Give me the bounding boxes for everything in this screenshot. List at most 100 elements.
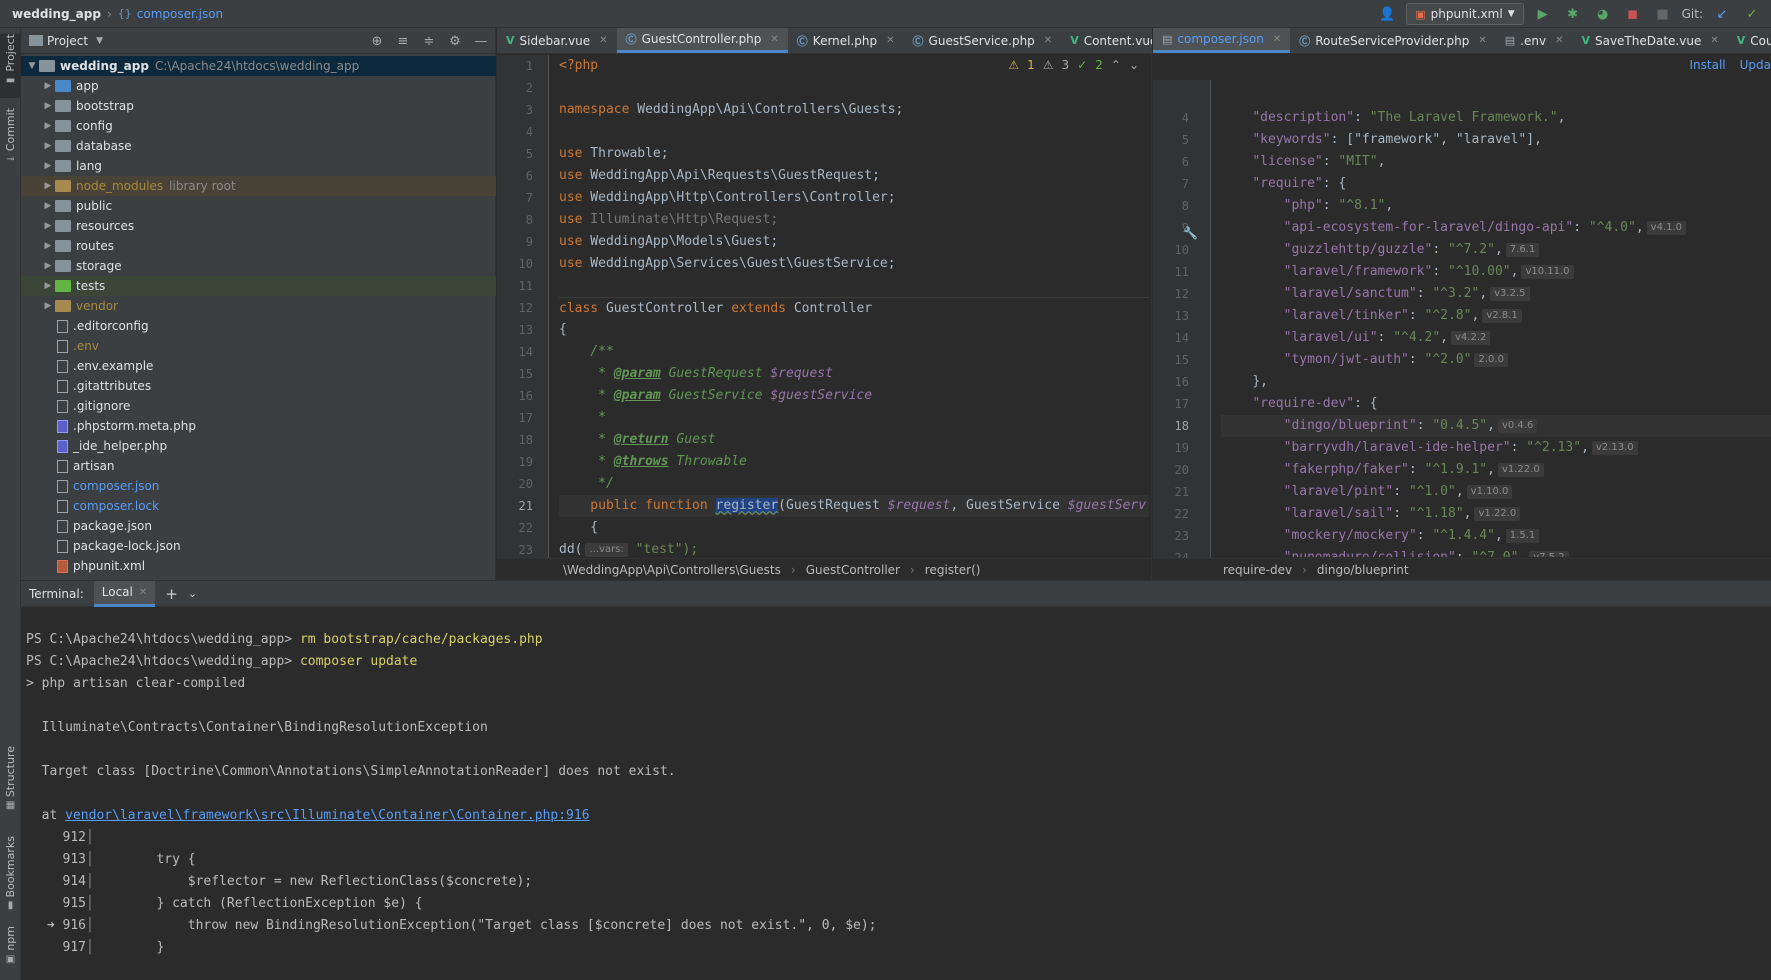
- editor-tab[interactable]: Ⓒ Kernel.php ✕: [788, 28, 904, 53]
- source-link[interactable]: vendor\laravel\framework\src\Illuminate\…: [65, 808, 589, 823]
- update-link[interactable]: Upda: [1740, 58, 1771, 72]
- tree-item-label: composer.json: [73, 479, 160, 493]
- git-commit-icon[interactable]: ✓: [1741, 3, 1763, 25]
- line-number: 8: [1181, 199, 1189, 213]
- tree-item-label: .gitattributes: [73, 379, 152, 393]
- tree-item[interactable]: composer.json: [21, 476, 496, 496]
- collapse-all-icon[interactable]: ≑: [419, 30, 439, 52]
- editor-tab[interactable]: V Sidebar.vue ✕: [497, 28, 617, 53]
- chevron-down-icon[interactable]: ⌄: [188, 587, 197, 600]
- tree-item[interactable]: ▶ config: [21, 116, 496, 136]
- locate-icon[interactable]: ⊕: [367, 30, 387, 52]
- stop-icon[interactable]: ■: [1652, 3, 1674, 25]
- strip-project[interactable]: Project ▬: [0, 34, 21, 98]
- breadcrumb-item[interactable]: register(): [925, 563, 981, 577]
- editor-tab[interactable]: V SaveTheDate.vue ✕: [1572, 28, 1727, 53]
- editor-tab[interactable]: ▤ .env ✕: [1496, 28, 1573, 53]
- gear-icon[interactable]: ⚙: [445, 30, 465, 52]
- terminal-output[interactable]: PS C:\Apache24\htdocs\wedding_app> rm bo…: [26, 629, 877, 959]
- tree-item[interactable]: _ide_helper.php: [21, 436, 496, 456]
- tree-item[interactable]: ▶ storage: [21, 256, 496, 276]
- close-icon[interactable]: ✕: [599, 35, 607, 46]
- chevron-right-icon[interactable]: ▶: [41, 81, 55, 91]
- chevron-right-icon[interactable]: ▶: [41, 141, 55, 151]
- tree-item[interactable]: .gitattributes: [21, 376, 496, 396]
- editor-tab[interactable]: Ⓒ RouteServiceProvider.php ✕: [1290, 28, 1496, 53]
- tree-item[interactable]: .editorconfig: [21, 316, 496, 336]
- breadcrumb-item[interactable]: \WeddingApp\Api\Controllers\Guests: [563, 563, 781, 577]
- breadcrumb-item[interactable]: require-dev: [1223, 563, 1292, 577]
- tree-item[interactable]: package.json: [21, 516, 496, 536]
- tree-item[interactable]: ▶ routes: [21, 236, 496, 256]
- tree-item[interactable]: .gitignore: [21, 396, 496, 416]
- tree-item[interactable]: .env: [21, 336, 496, 356]
- breadcrumb-item[interactable]: GuestController: [806, 563, 900, 577]
- strip-npm[interactable]: npm ▣: [0, 926, 21, 976]
- breadcrumb-item[interactable]: dingo/blueprint: [1317, 563, 1409, 577]
- close-icon[interactable]: ✕: [1044, 35, 1052, 46]
- nav-file-name[interactable]: composer.json: [137, 7, 223, 21]
- tree-item[interactable]: ▶ tests: [21, 276, 496, 296]
- tab-label: GuestService.php: [928, 33, 1035, 48]
- run-icon[interactable]: ▶: [1532, 3, 1554, 25]
- chevron-right-icon[interactable]: ▶: [41, 261, 55, 271]
- coverage-icon[interactable]: ◕: [1592, 3, 1614, 25]
- tree-item[interactable]: phpunit.xml: [21, 556, 496, 576]
- git-update-icon[interactable]: ↙: [1711, 3, 1733, 25]
- tree-item[interactable]: ▶ lang: [21, 156, 496, 176]
- user-icon[interactable]: 👤: [1376, 3, 1398, 25]
- nav-project-name[interactable]: wedding_app: [12, 7, 101, 21]
- tree-item[interactable]: ▶ public: [21, 196, 496, 216]
- chevron-right-icon[interactable]: ▶: [41, 281, 55, 291]
- editor-tab[interactable]: Ⓒ GuestController.php ✕: [616, 28, 788, 53]
- strip-commit[interactable]: Commit ⊸: [0, 108, 21, 172]
- editor1-code[interactable]: <?php namespace WeddingApp\Api\Controlle…: [559, 55, 1149, 558]
- tree-root[interactable]: ▼ wedding_app C:\Apache24\htdocs\wedding_a…: [21, 56, 496, 76]
- minimize-icon[interactable]: —: [471, 30, 491, 52]
- project-title[interactable]: Project: [47, 34, 88, 48]
- tree-item[interactable]: ▶ app: [21, 76, 496, 96]
- tree-item[interactable]: ▶ database: [21, 136, 496, 156]
- profile-icon[interactable]: ◼: [1622, 3, 1644, 25]
- tree-item[interactable]: ▶ node_modules library root: [21, 176, 496, 196]
- chevron-down-icon[interactable]: ▼: [25, 61, 39, 71]
- plus-icon[interactable]: +: [165, 585, 178, 603]
- chevron-right-icon[interactable]: ▶: [41, 101, 55, 111]
- chevron-right-icon[interactable]: ▶: [41, 181, 55, 191]
- tree-item[interactable]: ▶ resources: [21, 216, 496, 236]
- editor-tab[interactable]: Ⓒ GuestService.php ✕: [904, 28, 1062, 53]
- tree-item[interactable]: ▶ vendor: [21, 296, 496, 316]
- tree-item[interactable]: package-lock.json: [21, 536, 496, 556]
- strip-bookmarks[interactable]: Bookmarks ▮: [0, 836, 21, 916]
- close-icon[interactable]: ✕: [1710, 35, 1718, 46]
- close-icon[interactable]: ✕: [886, 35, 894, 46]
- chevron-right-icon[interactable]: ▶: [41, 301, 55, 311]
- strip-structure[interactable]: Structure ▦: [0, 746, 21, 826]
- wrench-icon[interactable]: 🔧: [1183, 226, 1198, 240]
- close-icon[interactable]: ✕: [1478, 35, 1486, 46]
- terminal-tab-local[interactable]: Local ✕: [93, 580, 156, 607]
- chevron-right-icon[interactable]: ▶: [41, 121, 55, 131]
- close-icon[interactable]: ✕: [139, 587, 147, 598]
- tree-item[interactable]: .env.example: [21, 356, 496, 376]
- run-config-select[interactable]: ▣ phpunit.xml ▼: [1406, 3, 1524, 25]
- tree-item[interactable]: composer.lock: [21, 496, 496, 516]
- tree-item[interactable]: artisan: [21, 456, 496, 476]
- chevron-right-icon[interactable]: ▶: [41, 201, 55, 211]
- debug-icon[interactable]: ✱: [1562, 3, 1584, 25]
- editor2-code[interactable]: "description": "The Laravel Framework.",…: [1221, 107, 1771, 557]
- tree-item[interactable]: .phpstorm.meta.php: [21, 416, 496, 436]
- editor-tab[interactable]: ▤ composer.json ✕: [1153, 28, 1291, 53]
- close-icon[interactable]: ✕: [1555, 35, 1563, 46]
- close-icon[interactable]: ✕: [770, 34, 778, 45]
- chevron-right-icon[interactable]: ▶: [41, 241, 55, 251]
- tree-item[interactable]: ▶ bootstrap: [21, 96, 496, 116]
- chevron-right-icon[interactable]: ▶: [41, 221, 55, 231]
- editor-tab[interactable]: VCount✕: [1728, 28, 1771, 53]
- editor-tab[interactable]: VContent.vue✕: [1061, 28, 1152, 53]
- chevron-right-icon[interactable]: ▶: [41, 161, 55, 171]
- expand-all-icon[interactable]: ≡: [393, 30, 413, 52]
- chevron-down-icon[interactable]: ▼: [96, 36, 103, 46]
- install-link[interactable]: Install: [1690, 58, 1726, 72]
- close-icon[interactable]: ✕: [1273, 34, 1281, 45]
